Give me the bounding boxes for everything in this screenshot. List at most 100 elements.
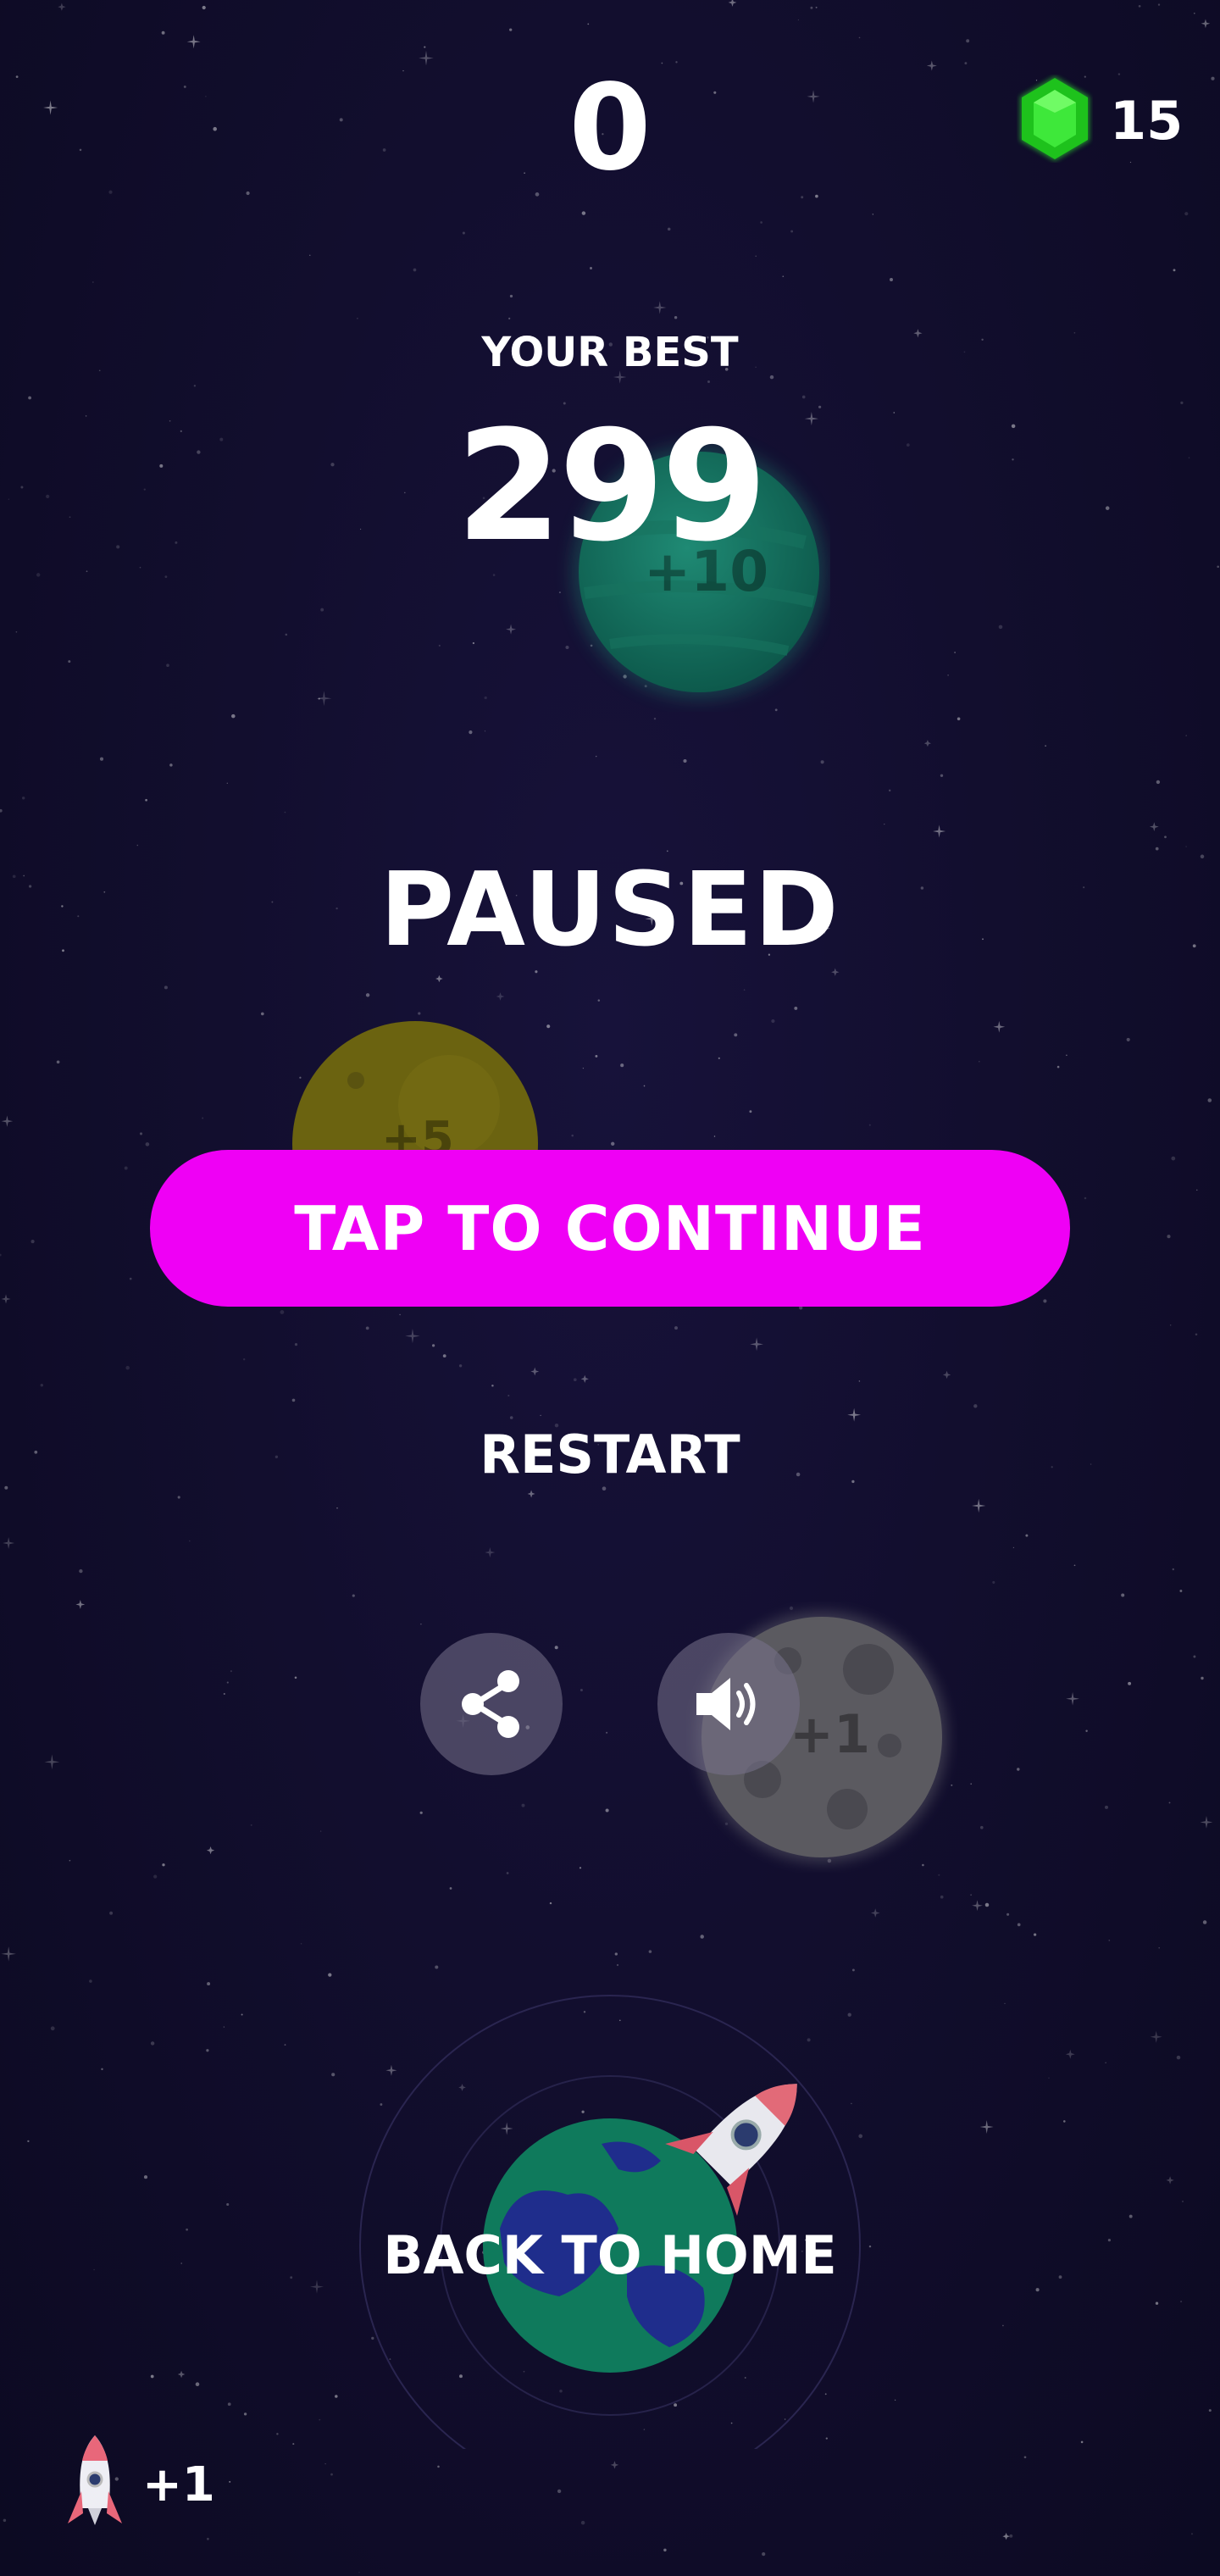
star <box>1156 780 1161 785</box>
sparkle-star <box>186 35 201 49</box>
star <box>365 1326 369 1330</box>
star <box>815 6 818 8</box>
star <box>1193 1655 1196 1658</box>
star <box>4 1485 8 1490</box>
sparkle-star <box>435 974 443 983</box>
star <box>888 789 891 792</box>
star <box>979 1061 980 1063</box>
star <box>150 2041 155 2046</box>
star <box>309 254 311 256</box>
star <box>535 970 538 974</box>
star <box>1043 1299 1047 1303</box>
star <box>424 46 426 48</box>
star <box>50 2026 55 2031</box>
back-to-home-button[interactable]: BACK TO HOME <box>0 2224 1220 2286</box>
star <box>223 1692 225 1696</box>
share-button[interactable] <box>420 1633 563 1775</box>
sparkle-star <box>206 1846 215 1855</box>
star <box>419 1811 423 1814</box>
star <box>145 798 147 802</box>
star <box>458 1364 463 1368</box>
star <box>1105 2062 1106 2064</box>
star <box>202 5 206 10</box>
star <box>858 1380 861 1382</box>
star <box>760 221 762 224</box>
star <box>292 2443 295 2446</box>
star <box>324 2462 326 2465</box>
star <box>1179 1590 1183 1592</box>
star <box>683 758 687 763</box>
star <box>820 760 824 764</box>
rocket-bonus: +1 <box>61 2432 247 2542</box>
star <box>579 1867 582 1869</box>
star <box>1158 1946 1160 1949</box>
star <box>762 2552 766 2557</box>
star <box>231 713 236 719</box>
star <box>143 2175 148 2179</box>
star <box>1048 2077 1050 2079</box>
star <box>0 808 3 813</box>
star <box>1104 1805 1109 1809</box>
star <box>202 1117 204 1119</box>
star <box>940 1895 944 1899</box>
sparkle-star <box>58 3 66 11</box>
sparkle-star <box>1 1115 14 1127</box>
star <box>243 2412 247 2416</box>
sparkle-star <box>44 1754 60 1770</box>
star <box>206 2049 209 2052</box>
star <box>582 1067 585 1069</box>
star <box>1080 2440 1084 2444</box>
share-icon <box>462 1670 519 1738</box>
star <box>226 1681 229 1684</box>
star <box>1045 745 1046 747</box>
gem-count: 15 <box>1110 90 1184 152</box>
sparkle-star <box>1201 19 1211 29</box>
sparkle-star <box>496 992 505 1001</box>
sparkle-star <box>923 740 931 747</box>
star <box>153 1874 158 1879</box>
star <box>358 2572 360 2573</box>
sparkle-star <box>979 2120 994 2135</box>
sparkle-star <box>1200 1816 1213 1829</box>
gem-icon <box>1020 76 1090 161</box>
star <box>992 1580 995 1584</box>
restart-button[interactable]: RESTART <box>0 1424 1220 1485</box>
star <box>605 1808 609 1813</box>
sparkle-star <box>316 691 332 707</box>
star <box>507 1394 510 1397</box>
tap-to-continue-button[interactable]: TAP TO CONTINUE <box>150 1150 1070 1307</box>
star <box>580 2520 585 2525</box>
star <box>587 23 590 25</box>
star <box>169 763 173 767</box>
star <box>1006 1913 1010 1916</box>
star <box>509 1416 513 1419</box>
star <box>99 757 104 761</box>
star <box>571 1134 574 1137</box>
sparkle-star <box>942 1370 951 1380</box>
star <box>1023 2456 1027 2459</box>
star <box>336 1507 338 1509</box>
star <box>284 811 286 813</box>
sparkle-star <box>3 1536 15 1549</box>
star <box>284 2044 286 2046</box>
sparkle-star <box>1065 2049 1075 2059</box>
star <box>1017 1923 1021 1927</box>
star <box>294 1342 298 1346</box>
star <box>643 1085 646 1087</box>
star <box>606 1731 608 1734</box>
star <box>260 1012 264 1016</box>
star <box>707 380 710 383</box>
star <box>973 1404 978 1408</box>
star <box>435 1965 439 1969</box>
star <box>1194 12 1195 14</box>
star <box>177 1496 180 1499</box>
star <box>797 19 800 21</box>
star <box>620 1063 624 1068</box>
star <box>352 1594 355 1597</box>
sound-toggle-button[interactable] <box>657 1633 800 1775</box>
star <box>250 1824 252 1826</box>
sparkle-star <box>1066 1691 1079 1706</box>
star <box>653 717 657 720</box>
star <box>413 268 417 272</box>
star <box>164 985 168 990</box>
